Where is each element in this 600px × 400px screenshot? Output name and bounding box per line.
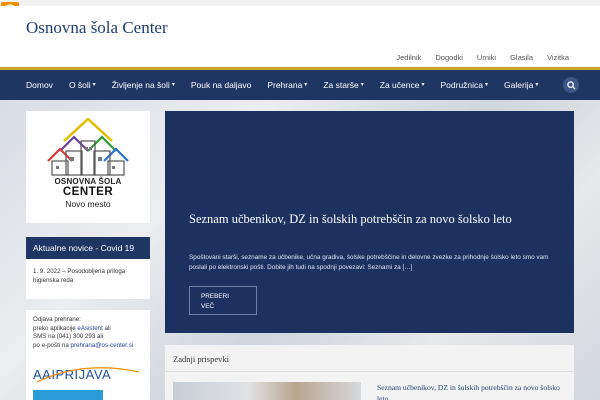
latest-posts-section: Zadnji prispevki Seznam učbenikov, DZ in… xyxy=(165,345,574,400)
read-more-label: VEČ xyxy=(201,303,215,310)
news-widget-item[interactable]: 1. 9. 2022 – Posodobljena priloga higien… xyxy=(26,259,150,299)
read-more-label: PREBERI xyxy=(201,293,230,300)
divider xyxy=(165,371,574,372)
nav-label: Pouk na daljavo xyxy=(190,80,252,90)
logo-line1: OSNOVNA ŠOLA xyxy=(54,177,122,186)
news-widget-title: Aktualne novice - Covid 19 xyxy=(26,237,150,259)
email-link[interactable]: prehrana@os-center.si xyxy=(71,342,134,349)
featured-post: Seznam učbenikov, DZ in šolskih potrebšč… xyxy=(165,111,574,333)
site-title[interactable]: Osnovna šola Center xyxy=(26,18,168,38)
nav-label: Galerija xyxy=(504,80,534,90)
top-nav: Jedilnik Dogodki Urniki Glasila Vizitka xyxy=(389,53,576,63)
chevron-down-icon: ▾ xyxy=(304,82,308,88)
info-text: ali xyxy=(102,324,111,332)
top-nav-item-vizitka[interactable]: Vizitka xyxy=(540,53,576,63)
top-nav-item-jedilnik[interactable]: Jedilnik xyxy=(389,53,428,63)
nav-item-o-soli[interactable]: O šoli ▾ xyxy=(61,70,104,100)
read-more-button[interactable]: PREBERI VEČ xyxy=(189,286,257,315)
nav-item-pouk-na-daljavo[interactable]: Pouk na daljavo xyxy=(183,70,260,100)
partner-banner[interactable] xyxy=(33,390,103,400)
top-nav-item-dogodki[interactable]: Dogodki xyxy=(428,53,470,63)
chevron-down-icon: ▾ xyxy=(421,82,425,88)
top-nav-item-glasila[interactable]: Glasila xyxy=(503,53,540,63)
nav-label: Prehrana xyxy=(267,80,303,90)
nav-label: O šoli xyxy=(68,80,91,90)
top-nav-item-urniki[interactable]: Urniki xyxy=(470,53,503,63)
info-line: preko aplikacije eAsistent ali xyxy=(33,325,143,334)
nav-item-domov[interactable]: Domov xyxy=(18,70,61,100)
school-logo[interactable]: OSNOVNA ŠOLA CENTER Novo mesto xyxy=(26,111,150,223)
latest-posts-heading: Zadnji prispevki xyxy=(173,354,229,364)
info-line: SMS na (041) 300 293 ali xyxy=(33,333,104,341)
aai-prijava-banner[interactable]: AAIPRIJAVA xyxy=(33,364,143,386)
featured-post-title[interactable]: Seznam učbenikov, DZ in šolskih potrebšč… xyxy=(189,211,559,228)
nav-item-podruznica[interactable]: Podružnica ▾ xyxy=(432,70,496,100)
latest-post-title[interactable]: Seznam učbenikov, DZ in šolskih potrebšč… xyxy=(377,382,567,400)
search-button[interactable] xyxy=(563,77,579,93)
logo-line2: CENTER xyxy=(62,186,114,198)
nav-label: Domov xyxy=(26,80,53,90)
chevron-down-icon: ▾ xyxy=(92,82,96,88)
swoosh-icon xyxy=(36,367,140,383)
nav-item-za-ucence[interactable]: Za učence ▾ xyxy=(372,70,433,100)
logo-line3: Novo mesto xyxy=(65,199,111,209)
post-thumbnail[interactable] xyxy=(173,382,361,400)
featured-post-excerpt: Spoštovani starši, sezname za učbenike, … xyxy=(189,254,549,271)
chevron-down-icon: ▾ xyxy=(360,82,364,88)
nav-item-prehrana[interactable]: Prehrana ▾ xyxy=(259,70,315,100)
nav-item-galerija[interactable]: Galerija ▾ xyxy=(496,70,546,100)
site-header: Osnovna šola Center Jedilnik Dogodki Urn… xyxy=(0,6,600,68)
easistent-link[interactable]: eAsistent xyxy=(77,325,102,332)
nav-label: Življenje na šoli xyxy=(111,80,170,90)
nav-label: Podružnica xyxy=(440,80,484,90)
main-nav: Domov O šoli ▾ Življenje na šoli ▾ Pouk na… xyxy=(0,70,600,100)
meal-cancellation-widget: Odjava prehrane: preko aplikacije eAsist… xyxy=(26,310,150,400)
info-text: preko aplikacije xyxy=(33,324,78,332)
info-line: Odjava prehrane: xyxy=(33,316,81,323)
search-icon xyxy=(566,80,576,90)
chevron-down-icon: ▾ xyxy=(171,82,175,88)
houses-logo-icon xyxy=(47,117,129,176)
chevron-down-icon: ▾ xyxy=(535,82,539,88)
nav-label: Za starše xyxy=(323,80,359,90)
nav-item-za-starse[interactable]: Za starše ▾ xyxy=(315,70,371,100)
info-text: po e-pošti na xyxy=(33,341,71,349)
nav-item-zivljenje-na-soli[interactable]: Življenje na šoli ▾ xyxy=(104,70,183,100)
info-line: po e-pošti na prehrana@os-center.si xyxy=(33,342,143,351)
nav-label: Za učence xyxy=(379,80,420,90)
chevron-down-icon: ▾ xyxy=(485,82,489,88)
